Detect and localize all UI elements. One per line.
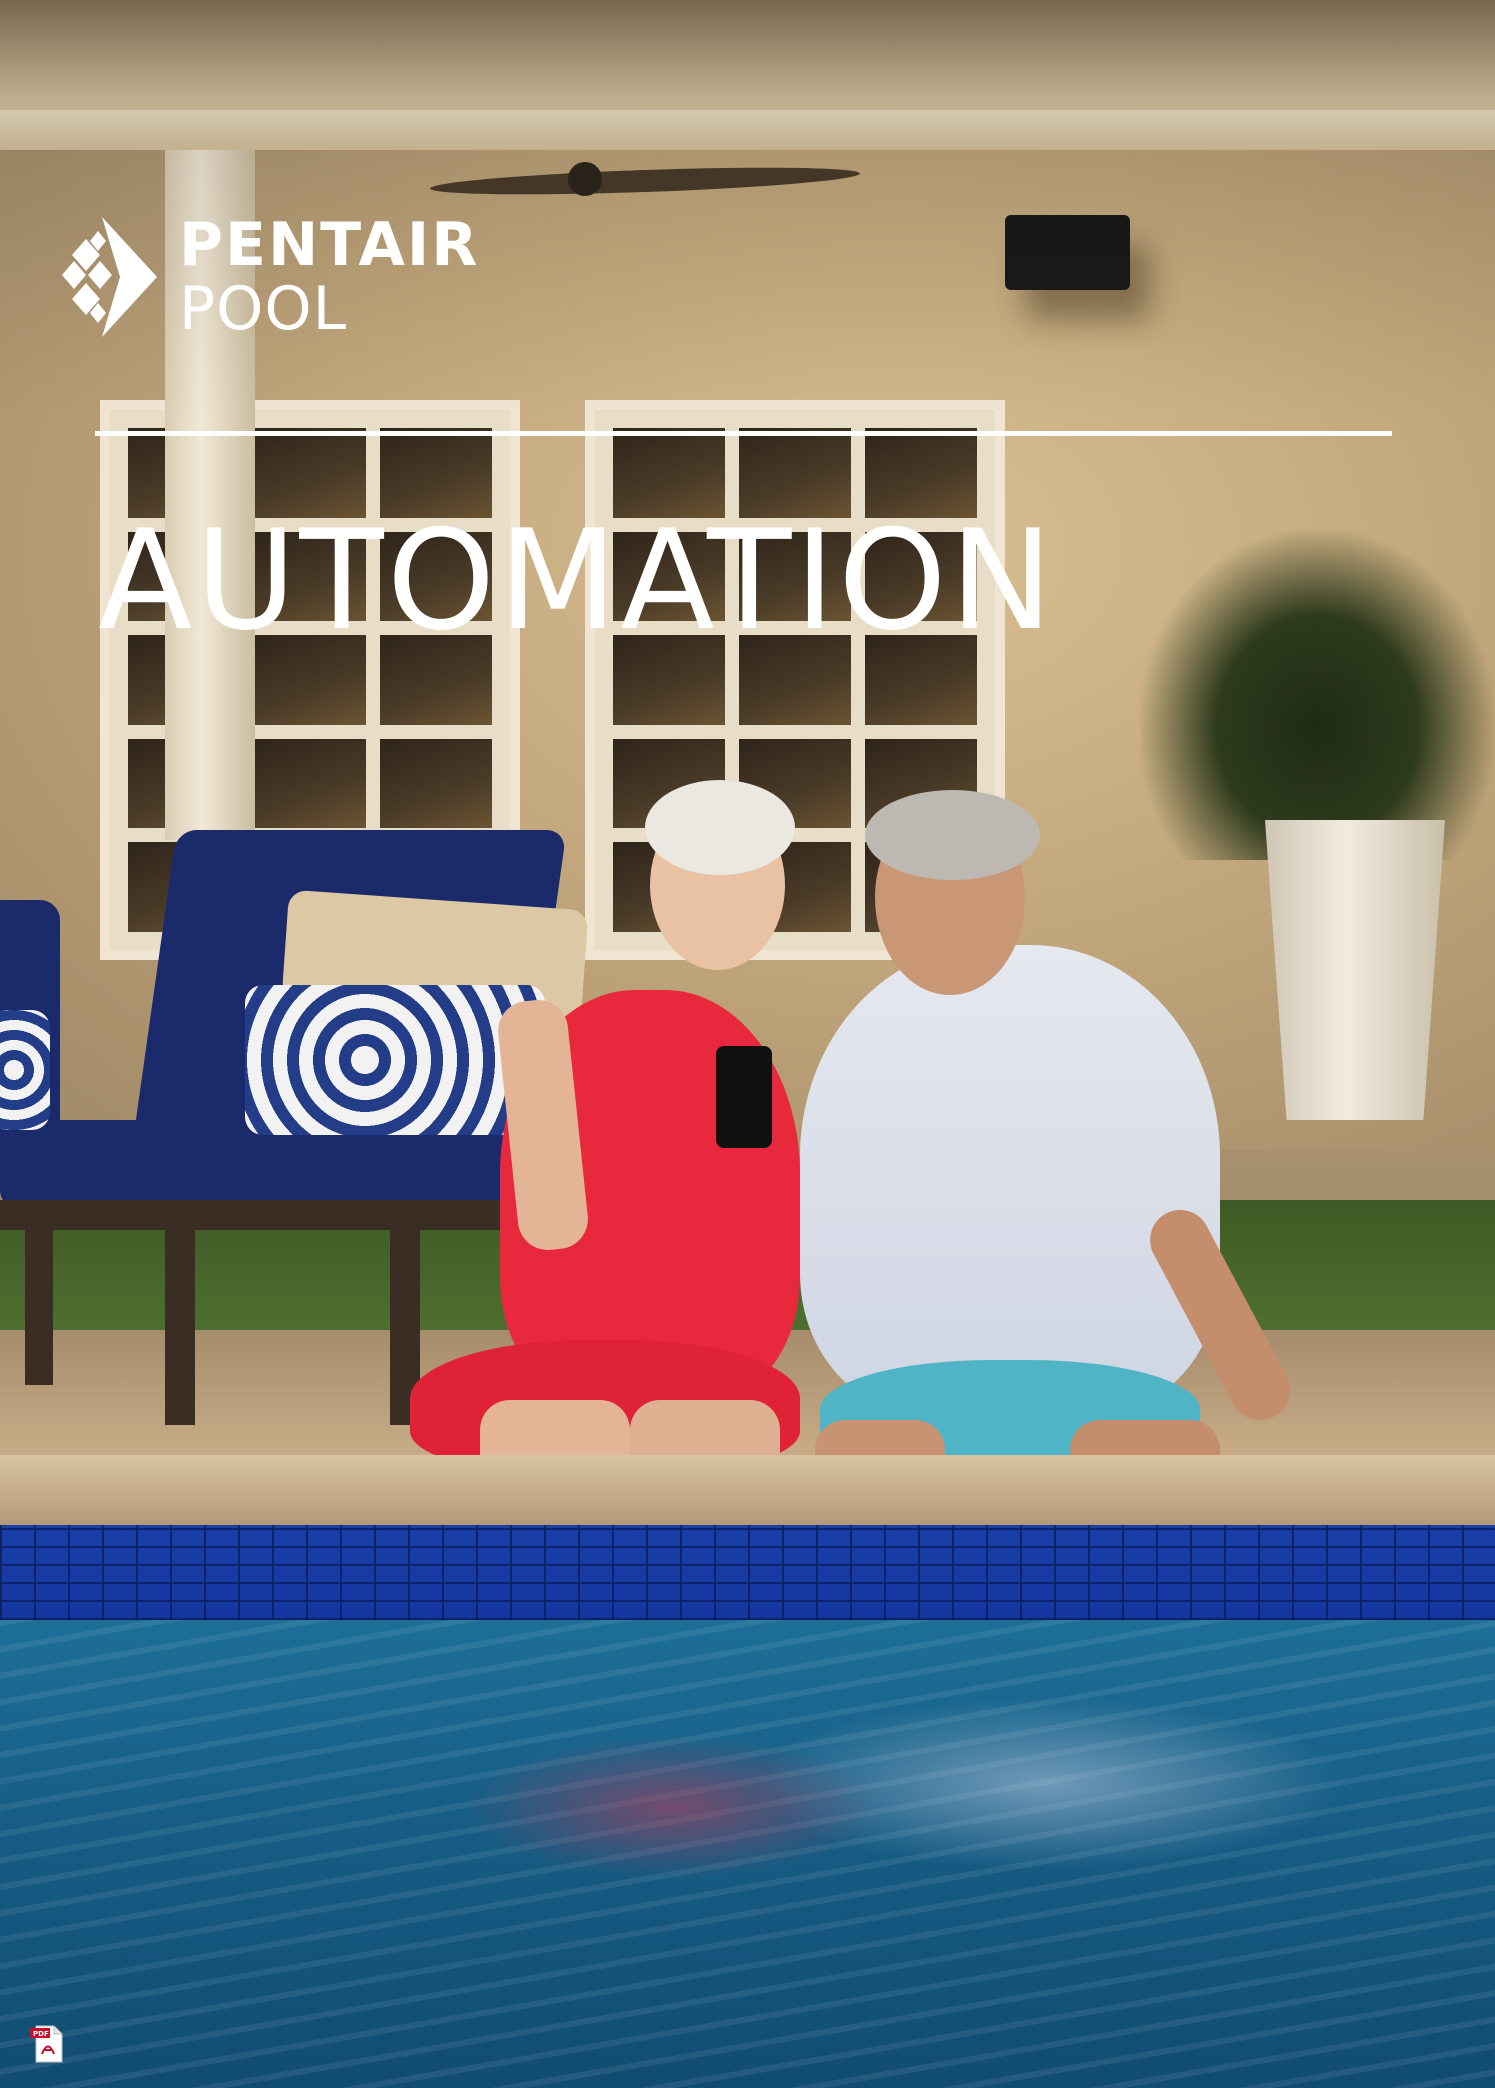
brand-name: PENTAIR [179,210,480,280]
adobe-pdf-icon: PDF [30,2025,63,2063]
pentair-diamond-logo-icon [62,217,157,337]
pentair-pool-logo: PENTAIR POOL [62,215,479,339]
cover-title: AUTOMATION [98,500,1056,661]
title-divider [95,431,1392,436]
logo-wordmark: PENTAIR POOL [179,215,479,339]
pdf-badge-text: PDF [33,2030,49,2038]
brochure-cover: PENTAIR POOL AUTOMATION PDF [0,0,1495,2088]
brand-subline: POOL [179,274,348,344]
